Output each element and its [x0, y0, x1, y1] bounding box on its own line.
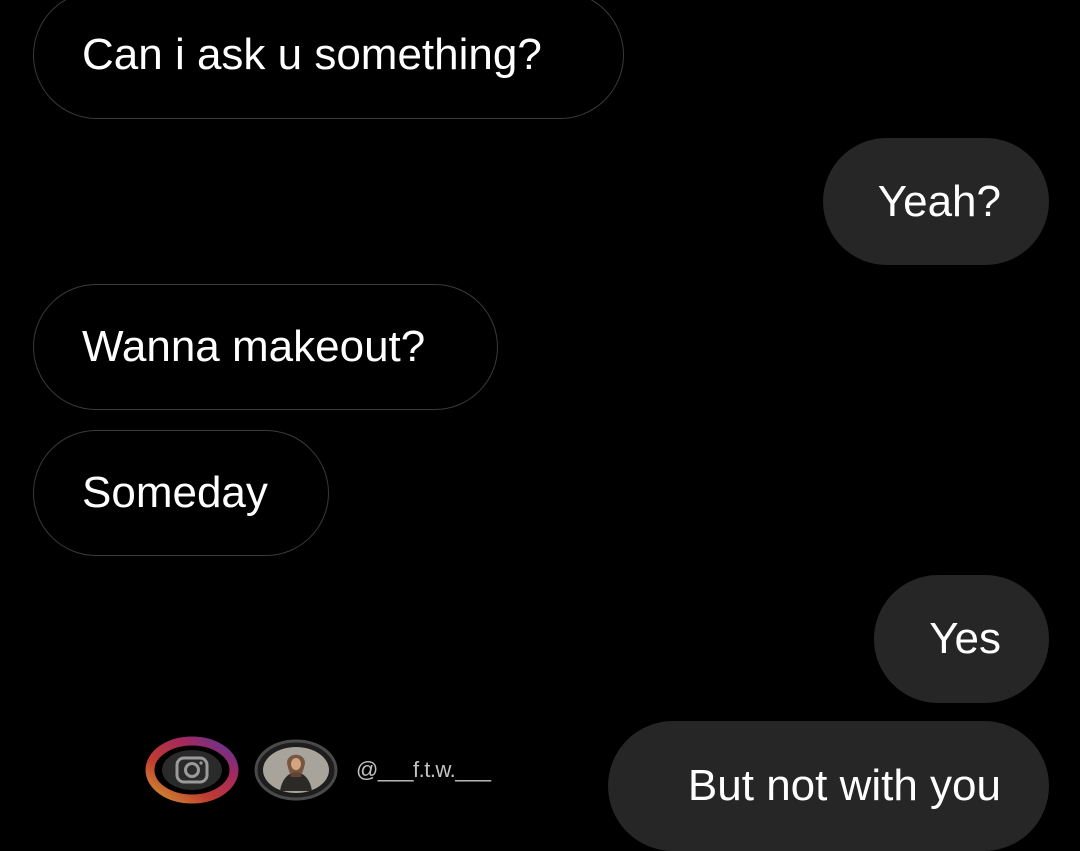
- profile-avatar: [254, 739, 338, 801]
- message-text: Yeah?: [877, 176, 1001, 226]
- watermark-handle: @___f.t.w.___: [356, 757, 491, 782]
- instagram-logo-icon: [145, 736, 239, 804]
- message-text: Wanna makeout?: [82, 322, 426, 371]
- sent-message-bubble[interactable]: Yes: [874, 575, 1049, 703]
- sent-message-bubble[interactable]: Yeah?: [823, 138, 1049, 265]
- received-message-bubble[interactable]: Wanna makeout?: [33, 284, 498, 410]
- watermark: @___f.t.w.___: [144, 736, 491, 804]
- received-message-bubble[interactable]: Can i ask u something?: [33, 0, 624, 119]
- message-text: But not with you: [687, 761, 1001, 810]
- message-text: Yes: [929, 614, 1001, 663]
- received-message-bubble[interactable]: Someday: [33, 430, 329, 556]
- message-text: Can i ask u something?: [82, 30, 542, 79]
- message-text: Someday: [82, 468, 268, 517]
- sent-message-bubble[interactable]: But not with you: [608, 721, 1049, 851]
